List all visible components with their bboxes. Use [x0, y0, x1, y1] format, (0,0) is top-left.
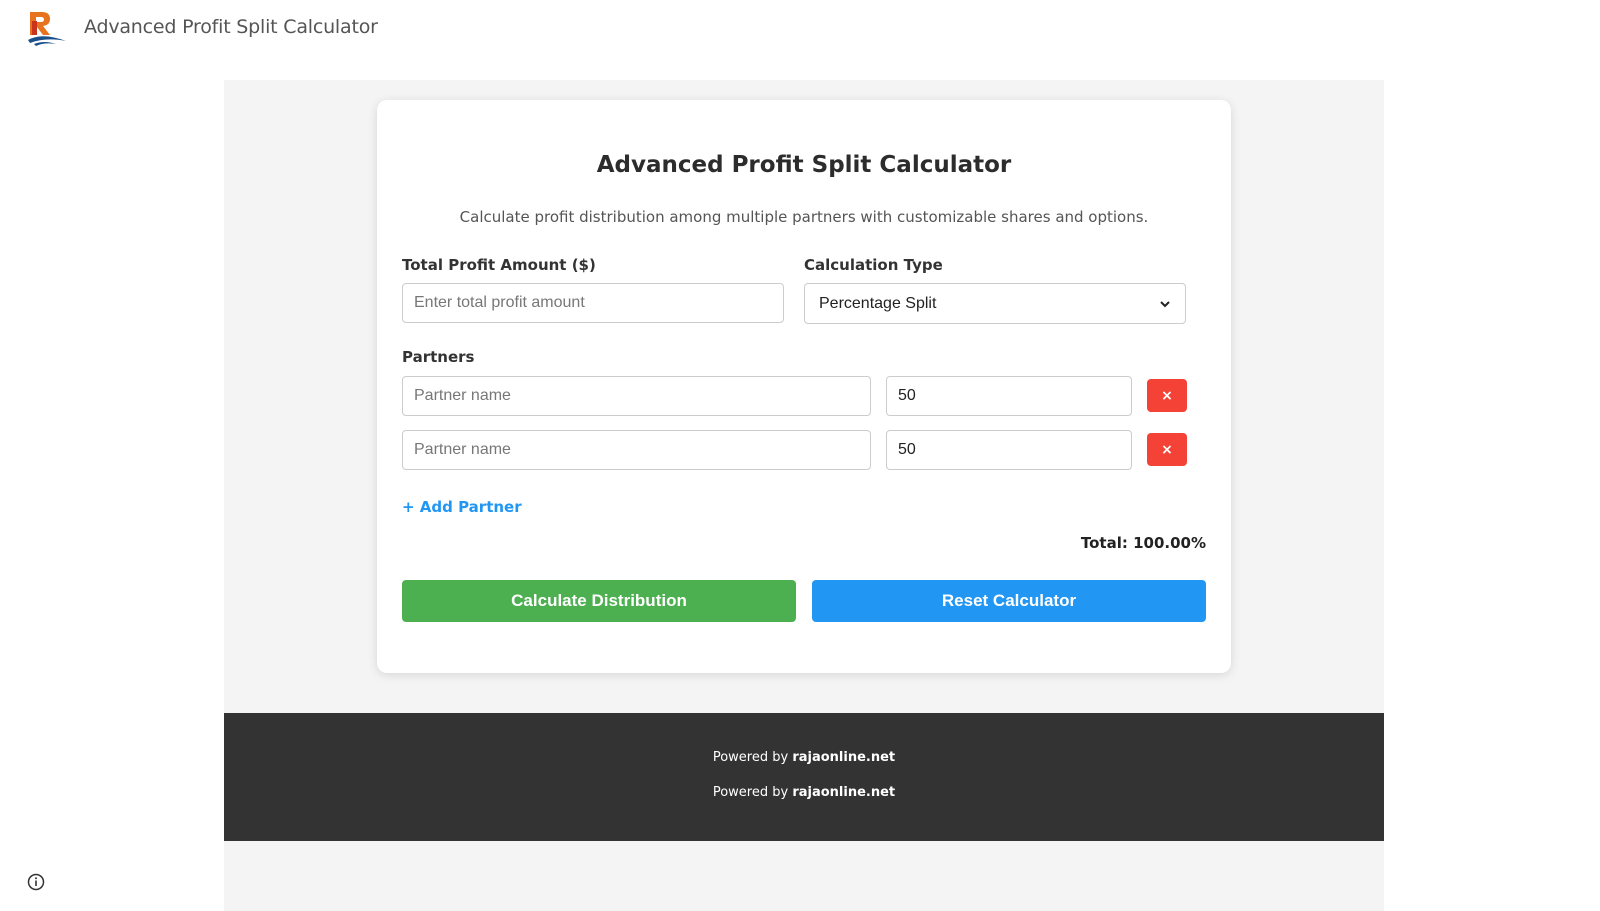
- top-header: Advanced Profit Split Calculator: [0, 0, 1600, 60]
- site-title[interactable]: Advanced Profit Split Calculator: [84, 16, 378, 38]
- partner-name-input-2[interactable]: [402, 430, 871, 470]
- remove-partner-button-2[interactable]: ×: [1147, 433, 1187, 466]
- calculate-distribution-button[interactable]: Calculate Distribution: [402, 580, 796, 622]
- remove-partner-button-1[interactable]: ×: [1147, 379, 1187, 412]
- calculator-description: Calculate profit distribution among mult…: [459, 208, 1149, 226]
- total-profit-input[interactable]: [402, 283, 784, 323]
- partner-share-input-1[interactable]: [886, 376, 1132, 416]
- calculator-title: Advanced Profit Split Calculator: [596, 152, 1012, 178]
- footer-prefix: Powered by: [712, 785, 793, 800]
- partner-share-input-2[interactable]: [886, 430, 1132, 470]
- rajaonline-logo-icon[interactable]: [26, 8, 68, 48]
- footer-powered-by-1: Powered by rajaonline.net: [224, 750, 1384, 765]
- total-percentage: Total: 100.00%: [1080, 534, 1206, 552]
- close-icon: ×: [1161, 387, 1173, 404]
- chevron-down-icon: [1160, 300, 1170, 307]
- footer-powered-by-2: Powered by rajaonline.net: [224, 785, 1384, 800]
- footer-brand-link[interactable]: rajaonline.net: [792, 785, 895, 800]
- calculation-type-select[interactable]: Percentage Split: [804, 283, 1186, 324]
- close-icon: ×: [1161, 441, 1173, 458]
- reset-calculator-button[interactable]: Reset Calculator: [812, 580, 1206, 622]
- partner-name-input-1[interactable]: [402, 376, 871, 416]
- footer-brand-link[interactable]: rajaonline.net: [792, 750, 895, 765]
- footer: Powered by rajaonline.net Powered by raj…: [224, 713, 1384, 841]
- calculator-card: Advanced Profit Split Calculator Calcula…: [377, 100, 1231, 673]
- total-profit-label: Total Profit Amount ($): [402, 256, 596, 274]
- calculation-type-label: Calculation Type: [804, 256, 943, 274]
- info-icon[interactable]: [27, 873, 45, 891]
- footer-prefix: Powered by: [712, 750, 793, 765]
- add-partner-link[interactable]: + Add Partner: [402, 498, 522, 516]
- page-area: Advanced Profit Split Calculator Calcula…: [224, 80, 1384, 911]
- partners-label: Partners: [402, 348, 475, 366]
- calculation-type-value: Percentage Split: [819, 294, 937, 312]
